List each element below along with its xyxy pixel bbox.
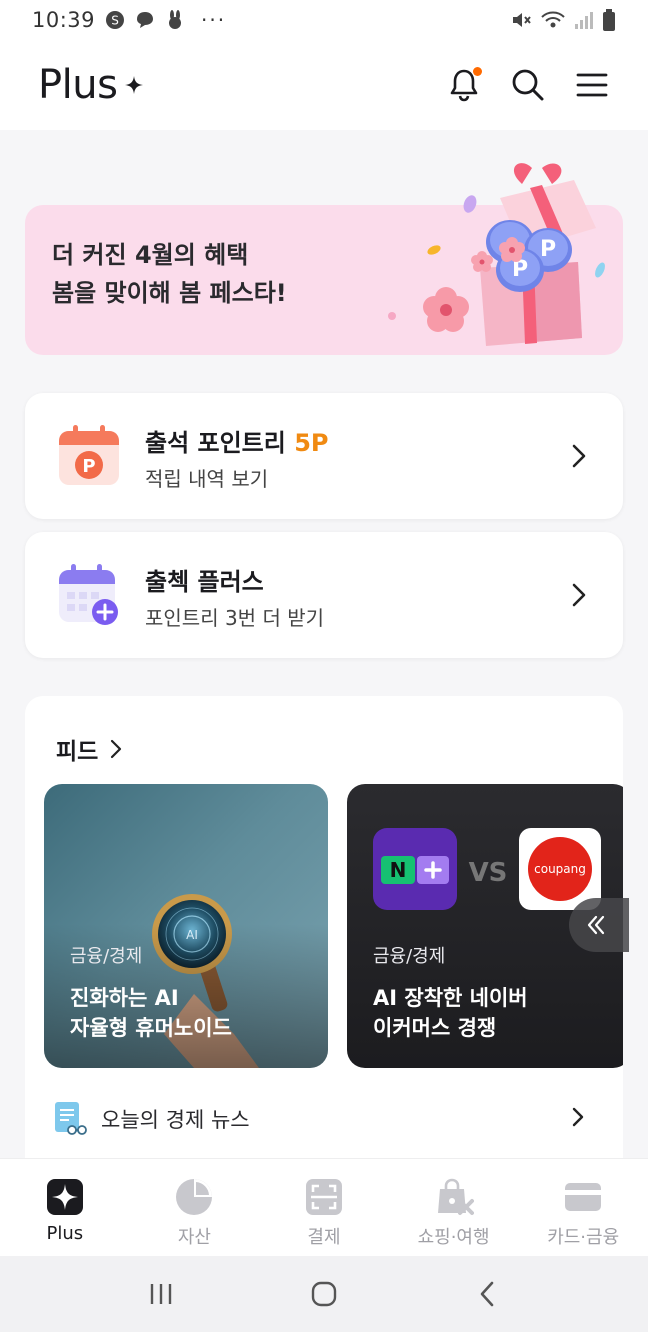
brand-text: Plus xyxy=(38,62,118,108)
feed-card-title-line2: 자율형 휴머노이드 xyxy=(70,1016,232,1040)
attendance-subtitle: 적립 내역 보기 xyxy=(145,467,269,491)
hamburger-menu-icon xyxy=(576,73,608,97)
status-more: ··· xyxy=(201,8,227,32)
feed-card-title-line1: AI 장착한 네이버 xyxy=(373,986,528,1010)
back-button[interactable] xyxy=(467,1274,507,1314)
tab-label: 쇼핑·여행 xyxy=(417,1227,490,1248)
news-document-icon xyxy=(55,1102,87,1135)
signal-icon xyxy=(575,12,593,29)
notification-button[interactable] xyxy=(446,67,482,103)
feed-card-title-line1: 진화하는 AI xyxy=(70,986,179,1010)
bottom-tab-bar: Plus 자산 결제 쇼핑·여행 카드·금융 xyxy=(0,1158,648,1256)
tab-card-finance[interactable]: 카드·금융 xyxy=(518,1159,648,1256)
economy-news-label: 오늘의 경제 뉴스 xyxy=(101,1108,250,1132)
feed-header-link[interactable]: 피드 xyxy=(56,732,122,766)
header-actions xyxy=(446,67,610,103)
notification-dot xyxy=(473,67,482,76)
calendar-point-icon: P xyxy=(59,425,119,485)
status-right xyxy=(510,8,616,32)
back-chevron-icon xyxy=(480,1281,493,1307)
card-icon xyxy=(565,1183,602,1211)
attendance-point-card[interactable]: P 출석 포인트리 5P 적립 내역 보기 xyxy=(25,393,623,519)
battery-icon xyxy=(603,9,615,31)
carousel-scroll-button[interactable] xyxy=(569,898,629,952)
status-left: 10:39 S ··· xyxy=(32,8,226,32)
gift-box-illustration: P P xyxy=(388,163,605,346)
double-chevron-left-icon xyxy=(587,915,605,935)
economy-news-row[interactable]: 오늘의 경제 뉴스 xyxy=(25,1096,623,1156)
status-bar: 10:39 S ··· xyxy=(0,0,648,40)
vs-text: VS xyxy=(469,858,508,888)
chevron-right-icon xyxy=(572,1107,584,1127)
svg-text:P: P xyxy=(82,456,95,477)
home-icon xyxy=(311,1281,337,1307)
banner-title-line2: 봄을 맞이해 봄 페스타! xyxy=(52,279,287,307)
feed-card-category: 금융/경제 xyxy=(373,946,446,967)
app-header: Plus xyxy=(0,40,648,130)
tab-label: Plus xyxy=(46,1223,84,1244)
svg-text:S: S xyxy=(111,14,119,28)
tab-label: 카드·금융 xyxy=(547,1227,620,1248)
scan-icon xyxy=(305,1179,342,1215)
feed-carousel[interactable]: AI 금융/경제 진화하는 AI 자율형 휴머노이드 N VS coupang … xyxy=(44,784,623,1068)
search-icon xyxy=(512,69,544,101)
tab-payment[interactable]: 결제 xyxy=(259,1159,389,1256)
tab-assets[interactable]: 자산 xyxy=(130,1159,260,1256)
attendance-point-value: 5P xyxy=(294,429,329,457)
check-plus-card[interactable]: 출첵 플러스 포인트리 3번 더 받기 xyxy=(25,532,623,658)
pie-chart-icon xyxy=(176,1179,213,1215)
rabbit-icon xyxy=(169,10,182,29)
calendar-plus-icon xyxy=(59,564,118,625)
samsung-pay-icon: S xyxy=(106,11,125,29)
feed-card-title-line2: 이커머스 경쟁 xyxy=(373,1016,497,1040)
check-plus-subtitle: 포인트리 3번 더 받기 xyxy=(145,606,324,630)
attendance-title: 출석 포인트리 5P xyxy=(145,423,329,458)
tab-plus[interactable]: Plus xyxy=(0,1159,130,1256)
search-button[interactable] xyxy=(510,67,546,103)
check-plus-title: 출첵 플러스 xyxy=(145,568,264,596)
feed-card-category: 금융/경제 xyxy=(70,946,143,967)
svg-text:P: P xyxy=(540,237,556,262)
chevron-right-icon xyxy=(111,739,122,759)
system-nav-bar xyxy=(0,1256,648,1332)
feed-title: 피드 xyxy=(56,739,99,765)
status-time: 10:39 xyxy=(32,8,96,32)
tab-label: 자산 xyxy=(177,1227,211,1248)
tab-label: 결제 xyxy=(307,1227,341,1248)
plus-sparkle-icon xyxy=(46,1179,83,1215)
chat-bubble-icon xyxy=(137,12,154,28)
menu-button[interactable] xyxy=(574,67,610,103)
shopping-bag-icon xyxy=(437,1178,474,1215)
naver-logo-text: N xyxy=(390,858,407,882)
home-button[interactable] xyxy=(304,1274,344,1314)
banner-title-line1: 더 커진 4월의 혜택 xyxy=(52,241,249,269)
recent-apps-icon xyxy=(151,1284,172,1304)
feed-card-ai[interactable]: AI 금융/경제 진화하는 AI 자율형 휴머노이드 xyxy=(44,784,328,1068)
recent-apps-button[interactable] xyxy=(141,1274,181,1314)
tab-shopping-travel[interactable]: 쇼핑·여행 xyxy=(389,1159,519,1256)
chevron-right-icon xyxy=(572,444,586,468)
chevron-right-icon xyxy=(572,583,586,607)
coupang-logo-text: coupang xyxy=(534,862,586,876)
wifi-icon xyxy=(541,11,565,28)
brand-logo: Plus xyxy=(38,62,144,108)
mute-icon xyxy=(513,13,531,27)
sparkle-icon xyxy=(125,76,144,94)
attendance-title-text: 출석 포인트리 xyxy=(145,429,295,457)
